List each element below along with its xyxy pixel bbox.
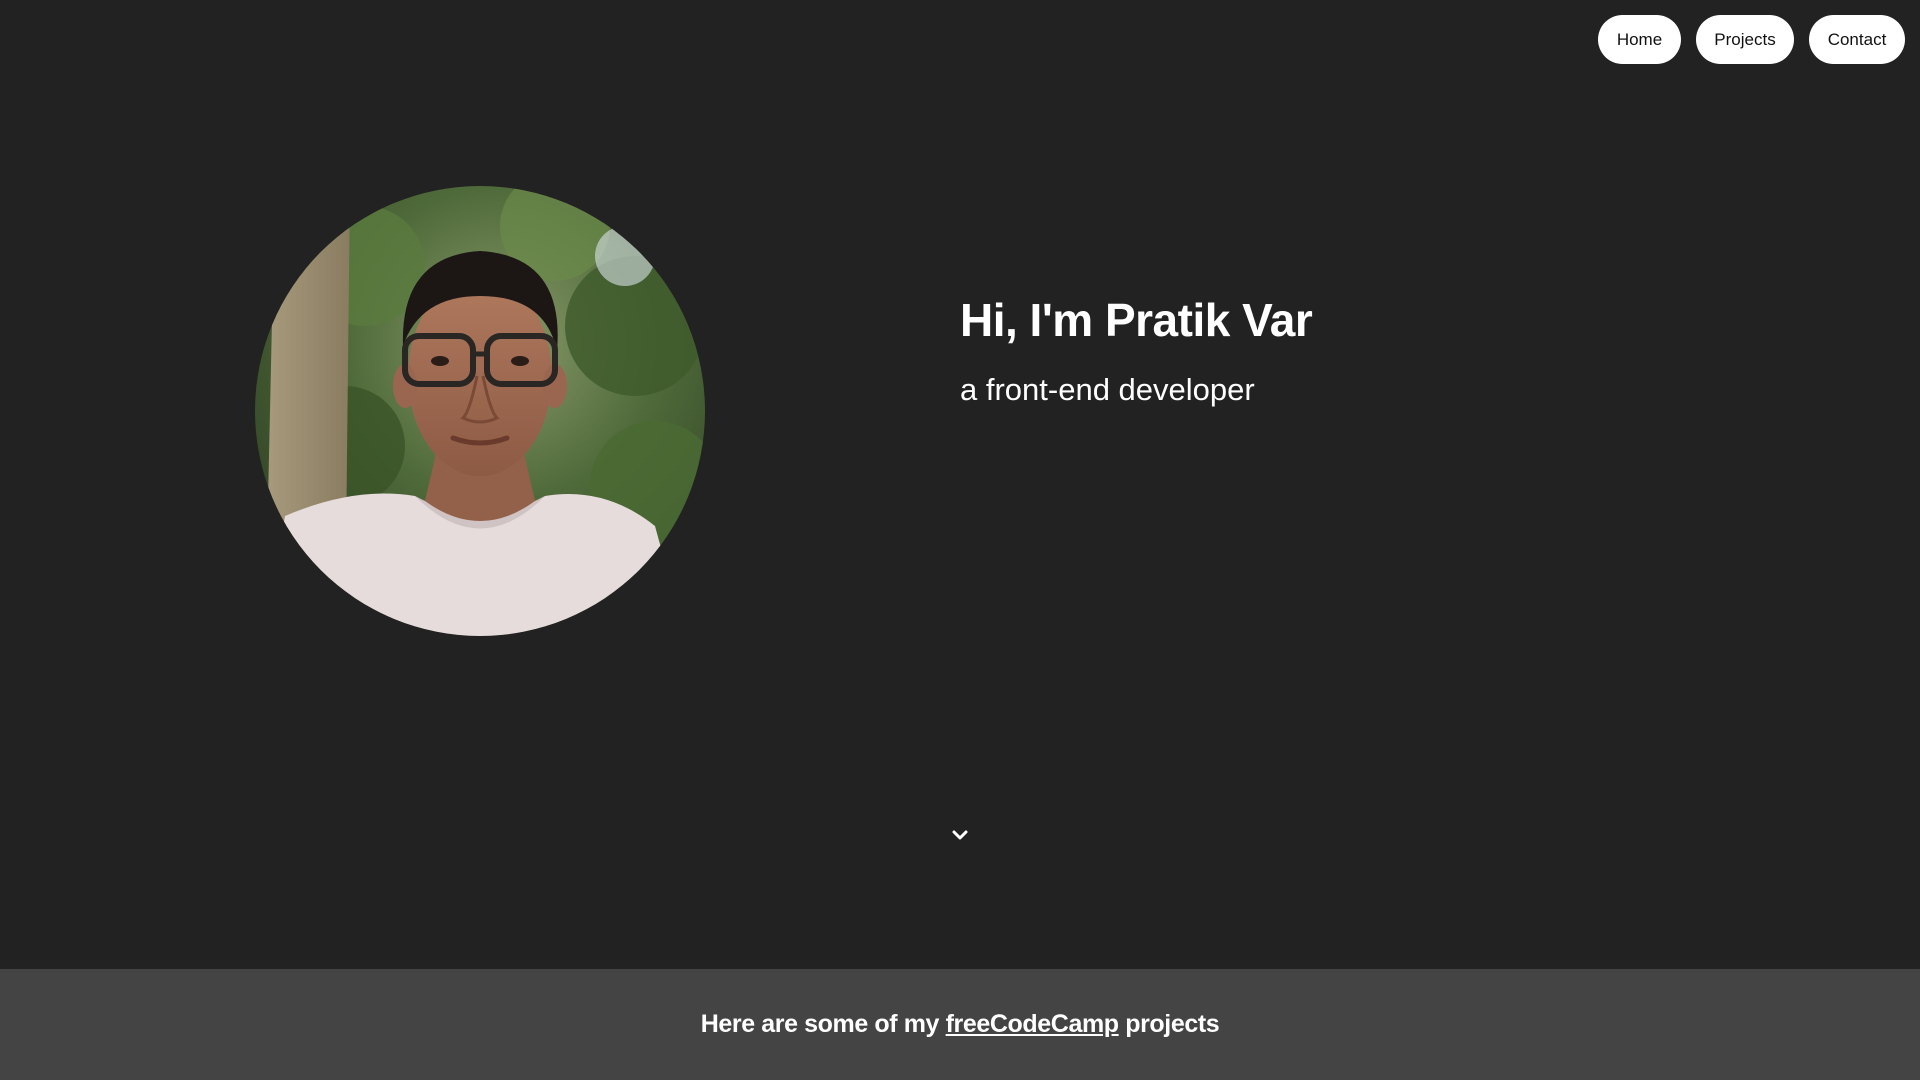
projects-heading-suffix: projects	[1118, 1010, 1220, 1038]
hero-subtitle: a front-end developer	[960, 372, 1255, 407]
freecodecamp-link[interactable]: freeCodeCamp	[946, 1010, 1119, 1038]
projects-section: Here are some of my freeCodeCamp project…	[0, 969, 1920, 1080]
top-nav: Home Projects Contact	[1598, 15, 1905, 64]
projects-heading-prefix: Here are some of my	[700, 1010, 946, 1038]
hero-heading: Hi, I'm Pratik Var	[960, 294, 1313, 346]
profile-photo	[255, 186, 705, 636]
nav-home-button[interactable]: Home	[1598, 15, 1681, 64]
intro-block: Hi, I'm Pratik Var a front-end developer	[960, 290, 1313, 410]
nav-contact-button[interactable]: Contact	[1809, 15, 1905, 64]
nav-projects-button[interactable]: Projects	[1696, 15, 1794, 64]
chevron-down-icon[interactable]	[951, 826, 969, 844]
hero-section: Home Projects Contact Hi, I'm Pratik Var…	[0, 0, 1920, 969]
profile-photo-illustration	[255, 186, 705, 636]
projects-heading: Here are some of my freeCodeCamp project…	[701, 1010, 1220, 1039]
